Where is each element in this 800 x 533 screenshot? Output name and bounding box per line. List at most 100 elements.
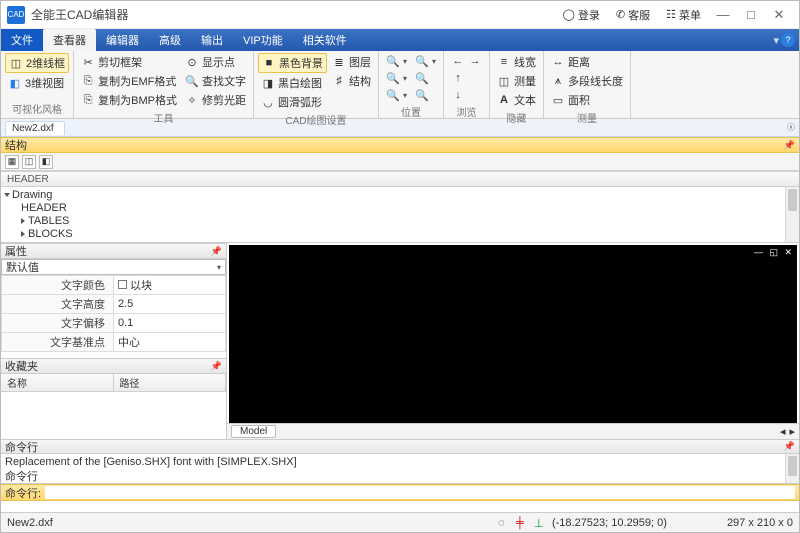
- tool-btn-2[interactable]: ◫: [22, 155, 36, 169]
- tab-vip[interactable]: VIP功能: [233, 29, 293, 51]
- command-prompt: 命令行:: [5, 485, 41, 501]
- close-button[interactable]: ✕: [765, 7, 793, 23]
- btn-find-text[interactable]: 🔍查找文字: [182, 72, 249, 90]
- tab-file[interactable]: 文件: [1, 29, 43, 51]
- btn-clip-frame[interactable]: ✂剪切框架: [78, 53, 180, 71]
- tool-btn-3[interactable]: ◧: [39, 155, 53, 169]
- fav-col-path[interactable]: 路径: [114, 374, 227, 391]
- btn-zoom4[interactable]: 🔍▾: [412, 53, 439, 69]
- expand-icon[interactable]: [21, 231, 25, 237]
- tool-btn-1[interactable]: ▦: [5, 155, 19, 169]
- btn-linewidth[interactable]: ≡线宽: [494, 53, 539, 71]
- tab-viewer[interactable]: 查看器: [43, 29, 96, 51]
- btn-show-point[interactable]: ⊙显示点: [182, 53, 249, 71]
- scissors-icon: ✂: [81, 55, 95, 69]
- btn-trim[interactable]: ✧修剪光距: [182, 91, 249, 109]
- structure-toolbar: ▦ ◫ ◧: [1, 153, 799, 171]
- btn-nav1[interactable]: ←→: [448, 53, 485, 69]
- scroll-left-icon[interactable]: ◂: [780, 425, 786, 438]
- zoom-fit-icon: 🔍: [415, 88, 429, 102]
- maximize-button[interactable]: □: [737, 7, 765, 22]
- btn-polylength[interactable]: ⩚多段线长度: [548, 72, 626, 90]
- props-combo[interactable]: 默认值▾: [1, 259, 226, 275]
- menu-button[interactable]: ☷菜单: [658, 5, 709, 25]
- pin-icon[interactable]: 📌: [784, 441, 795, 452]
- point-icon: ⊙: [185, 55, 199, 69]
- layer-icon: ≣: [332, 55, 346, 69]
- arrow-left-icon: ←: [451, 54, 465, 68]
- btn-copy-bmp[interactable]: ⎘复制为BMP格式: [78, 91, 180, 109]
- prop-row[interactable]: 文字颜色以块: [2, 276, 226, 295]
- expand-icon[interactable]: [21, 218, 25, 224]
- status-icon-3[interactable]: ⊥: [534, 517, 546, 529]
- btn-distance[interactable]: ↔距离: [548, 53, 626, 71]
- btn-structure[interactable]: ♯结构: [329, 72, 374, 90]
- btn-copy-emf[interactable]: ⎘复制为EMF格式: [78, 72, 180, 90]
- btn-measure[interactable]: ◫测量: [494, 72, 539, 90]
- group-label-measure: 测量: [548, 109, 626, 127]
- text-icon: A: [497, 93, 511, 107]
- model-tab[interactable]: Model: [231, 425, 276, 438]
- btn-2d-wireframe[interactable]: ◫2维线框: [5, 53, 69, 73]
- polyline-icon: ⩚: [551, 74, 565, 88]
- scrollbar[interactable]: [785, 454, 799, 483]
- expand-icon[interactable]: [4, 193, 10, 197]
- btn-area[interactable]: ▭面积: [548, 91, 626, 109]
- status-icon-2[interactable]: ╪: [516, 517, 528, 529]
- login-button[interactable]: ◯登录: [555, 5, 608, 25]
- ruler-icon: ◫: [497, 74, 511, 88]
- line-icon: ≡: [497, 55, 511, 69]
- dropdown-icon[interactable]: ▾: [773, 34, 779, 47]
- tab-advanced[interactable]: 高级: [149, 29, 191, 51]
- group-label-browse: 浏览: [448, 103, 485, 121]
- btn-bw-draw[interactable]: ◨黑白绘图: [258, 74, 327, 92]
- btn-black-bg[interactable]: ■黑色背景: [258, 53, 327, 73]
- btn-layer[interactable]: ≣图层: [329, 53, 374, 71]
- copy-icon: ⎘: [81, 74, 95, 88]
- btn-zoom3[interactable]: 🔍▾: [383, 87, 410, 103]
- scrollbar[interactable]: [785, 187, 799, 242]
- btn-zoom6[interactable]: 🔍: [412, 87, 439, 103]
- pin-icon[interactable]: 📌: [211, 246, 222, 257]
- fav-list[interactable]: [1, 392, 226, 439]
- doc-tab-close-icon[interactable]: ⓧ: [787, 122, 795, 133]
- prop-row[interactable]: 文字基准点中心: [2, 333, 226, 352]
- prop-row[interactable]: 文字高度2.5: [2, 295, 226, 314]
- prop-row[interactable]: 文字偏移0.1: [2, 314, 226, 333]
- btn-zoom2[interactable]: 🔍▾: [383, 70, 410, 86]
- scroll-right-icon[interactable]: ▸: [789, 425, 795, 438]
- command-input[interactable]: [45, 486, 795, 499]
- tree-root[interactable]: Drawing: [12, 189, 52, 201]
- tree-node[interactable]: HEADER: [21, 202, 67, 214]
- drawing-canvas[interactable]: ― ◱ ✕: [229, 245, 797, 423]
- group-label-pos: 位置: [383, 103, 439, 121]
- cube-icon: ◧: [8, 76, 22, 90]
- btn-text[interactable]: A文本: [494, 91, 539, 109]
- btn-zoom5[interactable]: 🔍: [412, 70, 439, 86]
- btn-zoom1[interactable]: 🔍▾: [383, 53, 410, 69]
- btn-smooth-arc[interactable]: ◡圆滑弧形: [258, 93, 327, 111]
- doc-tab[interactable]: New2.dxf: [5, 121, 65, 135]
- tab-related[interactable]: 相关软件: [293, 29, 357, 51]
- tab-output[interactable]: 输出: [191, 29, 233, 51]
- minimize-button[interactable]: ―: [709, 7, 737, 22]
- zoom-icon: 🔍: [386, 88, 400, 102]
- model-bar: Model ◂ ▸: [227, 423, 799, 439]
- arrow-down-icon: ↓: [451, 88, 465, 102]
- status-icon-1[interactable]: ◌: [498, 517, 510, 529]
- structure-list-header: HEADER: [1, 171, 799, 187]
- tree-node[interactable]: TABLES: [28, 215, 69, 227]
- btn-nav2[interactable]: ↑: [448, 70, 485, 86]
- tree-node[interactable]: BLOCKS: [28, 228, 73, 240]
- help-icon[interactable]: ?: [781, 33, 795, 47]
- tab-editor[interactable]: 编辑器: [96, 29, 149, 51]
- copy-icon: ⎘: [81, 93, 95, 107]
- service-button[interactable]: ✆客服: [608, 5, 658, 25]
- fav-col-name[interactable]: 名称: [1, 374, 114, 391]
- canvas-window-controls[interactable]: ― ◱ ✕: [754, 247, 794, 258]
- structure-tree[interactable]: Drawing HEADER TABLES BLOCKS: [1, 187, 799, 243]
- btn-3d-view[interactable]: ◧3维视图: [5, 74, 69, 92]
- btn-nav3[interactable]: ↓: [448, 87, 485, 103]
- pin-icon[interactable]: 📌: [784, 140, 795, 151]
- pin-icon[interactable]: 📌: [211, 361, 222, 372]
